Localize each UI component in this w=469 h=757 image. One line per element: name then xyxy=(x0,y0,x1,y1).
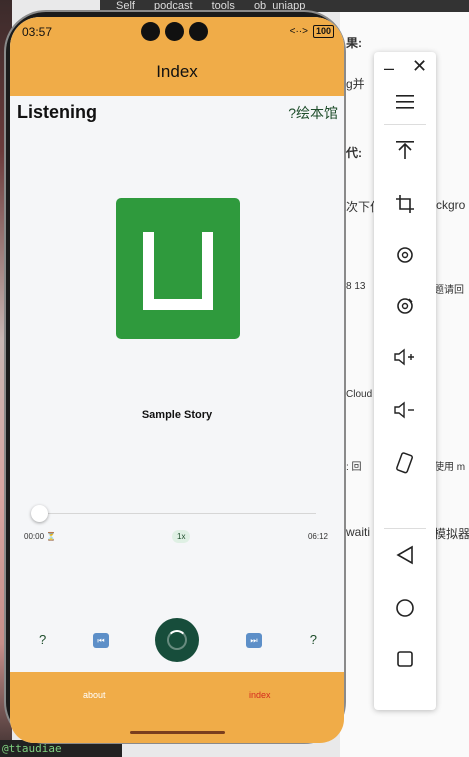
rotate-device-icon[interactable] xyxy=(374,452,436,479)
current-time: 00:00 ⏳ xyxy=(24,532,57,541)
progress-track[interactable] xyxy=(33,513,316,514)
bookmark-podcast[interactable]: podcast xyxy=(154,0,193,12)
tab-about[interactable]: about xyxy=(83,690,106,700)
loading-spinner-icon xyxy=(167,630,187,650)
bookmark-ob-uniapp[interactable]: ob_uniapp xyxy=(254,0,305,12)
story-cover-image xyxy=(116,198,240,339)
recent-apps-icon[interactable] xyxy=(374,650,436,673)
doc-line: 模拟器 xyxy=(434,527,469,541)
close-icon[interactable]: ✕ xyxy=(412,56,427,77)
doc-line: g并 xyxy=(346,77,365,91)
doc-line: 代: xyxy=(346,146,362,160)
progress-thumb[interactable] xyxy=(31,505,48,522)
picture-book-link[interactable]: ?绘本馆 xyxy=(288,103,338,123)
right-extra-button[interactable]: ? xyxy=(310,632,317,647)
previous-icon[interactable]: ⏮ xyxy=(93,633,109,648)
crop-icon[interactable] xyxy=(374,194,436,219)
bookmark-tools[interactable]: tools xyxy=(212,0,235,12)
status-icons: <··> 100 xyxy=(290,25,334,38)
doc-line: 题请回 xyxy=(434,285,464,296)
next-icon[interactable]: ⏭ xyxy=(246,633,262,648)
status-time: 03:57 xyxy=(22,25,53,39)
menu-icon[interactable] xyxy=(374,94,436,115)
navigation-bar: Index xyxy=(10,50,344,96)
minimize-icon[interactable]: – xyxy=(374,58,394,79)
volume-down-icon[interactable] xyxy=(374,401,436,424)
doc-line: 使用 m xyxy=(434,462,466,473)
status-bar: 03:57 <··> 100 xyxy=(10,17,344,50)
screenshot-icon[interactable] xyxy=(374,296,436,321)
emulator-toolbar: – ✕ xyxy=(374,52,436,710)
rotate-icon[interactable] xyxy=(374,245,436,270)
volume-up-icon[interactable] xyxy=(374,348,436,371)
tab-index[interactable]: index xyxy=(249,690,271,700)
page-title: Index xyxy=(156,62,198,81)
section-heading: Listening xyxy=(17,102,97,122)
story-title: Sample Story xyxy=(141,409,213,421)
app-logo-icon xyxy=(143,232,213,310)
camera-cutouts xyxy=(141,22,208,41)
playback-rate-button[interactable]: 1x xyxy=(172,530,191,543)
signal-icon: <··> xyxy=(289,26,308,37)
browser-bookmarks-bar: Self podcast tools ob_uniapp xyxy=(100,0,469,12)
home-icon[interactable] xyxy=(374,598,436,623)
battery-icon: 100 xyxy=(312,25,334,38)
home-indicator xyxy=(130,731,225,734)
phone-screen: 03:57 <··> 100 Index Listening ?绘本馆 Samp… xyxy=(10,17,344,743)
play-button[interactable] xyxy=(155,618,199,662)
doc-line: ckgro xyxy=(436,198,466,212)
doc-line: Cloud xyxy=(346,389,373,400)
hourglass-icon: ⏳ xyxy=(46,532,57,541)
left-extra-button[interactable]: ? xyxy=(39,632,46,647)
pin-top-icon[interactable] xyxy=(374,140,436,165)
doc-line: 8 13 xyxy=(346,281,366,292)
bookmark-self[interactable]: Self xyxy=(116,0,135,12)
doc-line: : 回 xyxy=(346,462,362,473)
duration: 06:12 xyxy=(307,532,328,541)
doc-line: waiti xyxy=(346,525,371,539)
tab-bar: about index xyxy=(10,672,344,743)
doc-line: 果: xyxy=(346,36,362,50)
back-icon[interactable] xyxy=(374,545,436,570)
